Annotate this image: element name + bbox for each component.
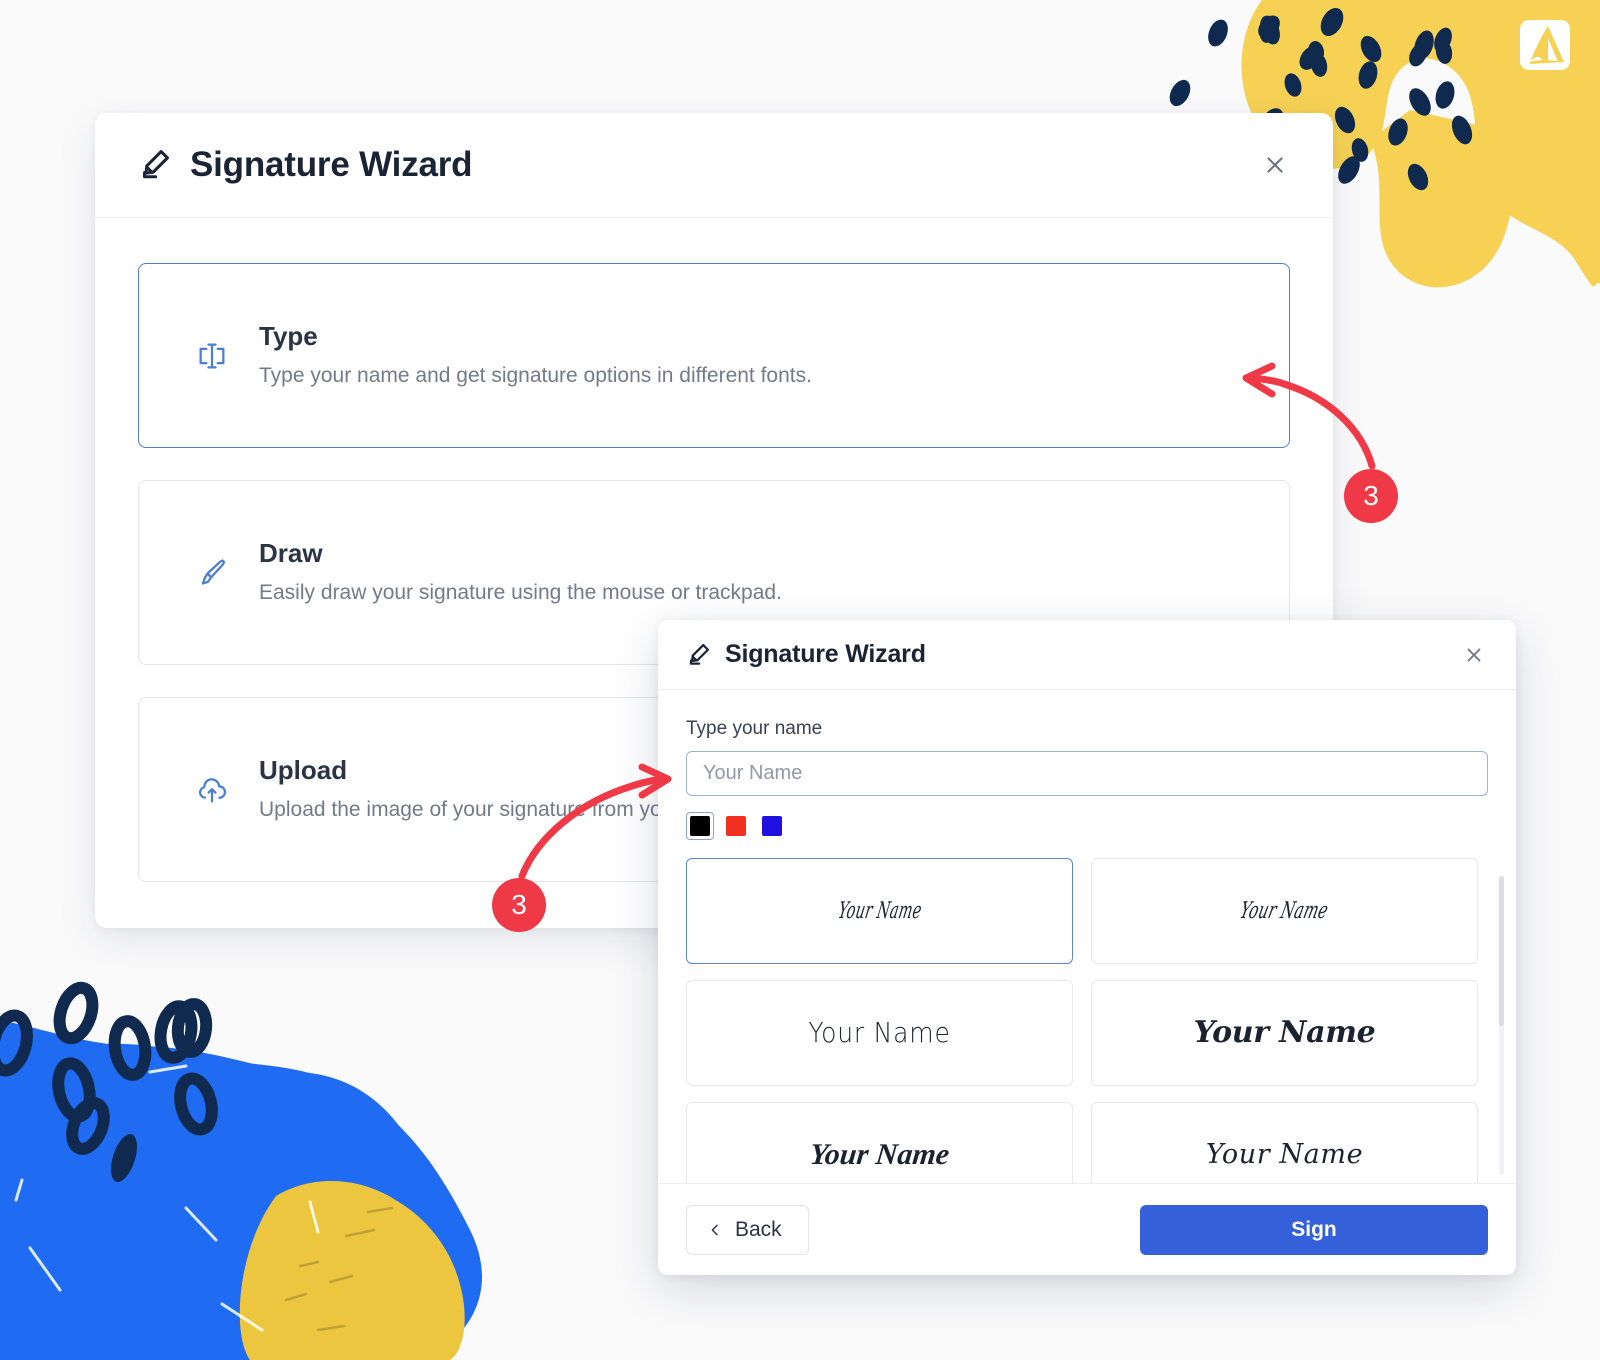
app-canvas: Signature Wizard Type Type your name and… (0, 0, 1600, 1360)
name-field-label: Type your name (686, 718, 823, 739)
type-dialog-title-group: Signature Wizard (684, 640, 1458, 669)
paintbrush-glyph (201, 558, 226, 585)
signature-preview-text: Your Name (808, 1016, 951, 1049)
signature-preview-text: Your Name (1237, 897, 1332, 924)
signature-grid-scrollbar[interactable] (1499, 876, 1504, 1175)
yellow-blob-bottom-b (295, 1185, 465, 1360)
color-chip-red (726, 815, 746, 836)
back-button-label: Back (735, 1217, 782, 1241)
draw-option-description: Easily draw your signature using the mou… (259, 581, 782, 605)
draw-option-title: Draw (259, 538, 323, 569)
signature-preview-text: Your Name (1205, 1139, 1364, 1171)
type-dialog-footer: Back Sign (658, 1183, 1516, 1275)
yellow-blob-top-c (1420, 0, 1600, 56)
signature-style-tile[interactable]: Your Name (1091, 979, 1478, 1086)
type-option-text: Type Type your name and get signature op… (259, 321, 812, 389)
close-x-glyph (1467, 648, 1481, 661)
blue-blob-b (0, 1019, 420, 1160)
color-swatch-row (686, 811, 1488, 840)
signature-style-tile[interactable]: Your Name (1091, 857, 1478, 964)
back-button[interactable]: Back (686, 1204, 809, 1255)
blue-blob (0, 1043, 482, 1360)
sign-button[interactable]: Sign (1140, 1204, 1488, 1255)
navy-solid-dashes (110, 1133, 138, 1183)
chevron-left-icon (711, 1224, 718, 1235)
signature-style-tile[interactable]: Your Name (686, 979, 1073, 1086)
color-swatch-red[interactable] (722, 811, 750, 840)
signature-preview-text: Your Name (1193, 1015, 1376, 1051)
name-input[interactable] (686, 751, 1488, 796)
accent-strokes (14, 1064, 320, 1332)
text-cursor-icon (191, 339, 233, 373)
type-option-card[interactable]: Type Type your name and get signature op… (138, 263, 1290, 448)
acrobat-logo (1520, 20, 1570, 70)
pen-nib-icon (689, 643, 710, 665)
type-signature-dialog: Signature Wizard Type your name Your Nam… (658, 620, 1516, 1275)
pen-nib-icon (142, 150, 169, 179)
signature-style-tile[interactable]: Your Name (1091, 1101, 1478, 1183)
signature-style-grid: Your Name Your Name Your Name Your Name … (686, 857, 1488, 1183)
close-x-glyph (1267, 157, 1283, 173)
yellow-blob-bottom (239, 1181, 449, 1360)
type-dialog-title: Signature Wizard (725, 640, 926, 668)
signature-preview-text: Your Name (808, 1137, 951, 1171)
draw-option-text: Draw Easily draw your signature using th… (259, 538, 782, 606)
signature-style-tile[interactable]: Your Name (686, 857, 1073, 964)
type-dialog-body: Type your name Your Name Your Name Your … (658, 690, 1516, 1183)
dialog-title-group: Signature Wizard (135, 145, 1255, 185)
color-chip-blue (762, 815, 782, 836)
paintbrush-icon (191, 556, 233, 590)
navy-rings (0, 981, 218, 1155)
gold-accent-strokes (284, 1206, 394, 1332)
type-option-title: Type (259, 321, 318, 352)
close-icon[interactable] (1255, 145, 1295, 185)
type-option-description: Type your name and get signature options… (259, 364, 812, 388)
color-swatch-black[interactable] (686, 811, 714, 840)
signature-style-tile[interactable]: Your Name (686, 1101, 1073, 1183)
signature-preview-text: Your Name (835, 897, 924, 924)
dialog-header: Signature Wizard (95, 113, 1333, 218)
color-swatch-blue[interactable] (758, 811, 786, 840)
page-title: Signature Wizard (190, 145, 473, 184)
cloud-upload-icon (191, 773, 233, 807)
color-chip-black (690, 815, 710, 836)
type-dialog-header: Signature Wizard (658, 620, 1516, 690)
scrollbar-thumb[interactable] (1499, 876, 1504, 1026)
yellow-blob-top-b (1370, 110, 1513, 288)
text-cursor-glyph (199, 343, 225, 368)
close-icon[interactable] (1458, 639, 1490, 671)
annotation-badge-3a: 3 (1344, 469, 1398, 523)
cloud-upload-glyph (198, 777, 227, 802)
